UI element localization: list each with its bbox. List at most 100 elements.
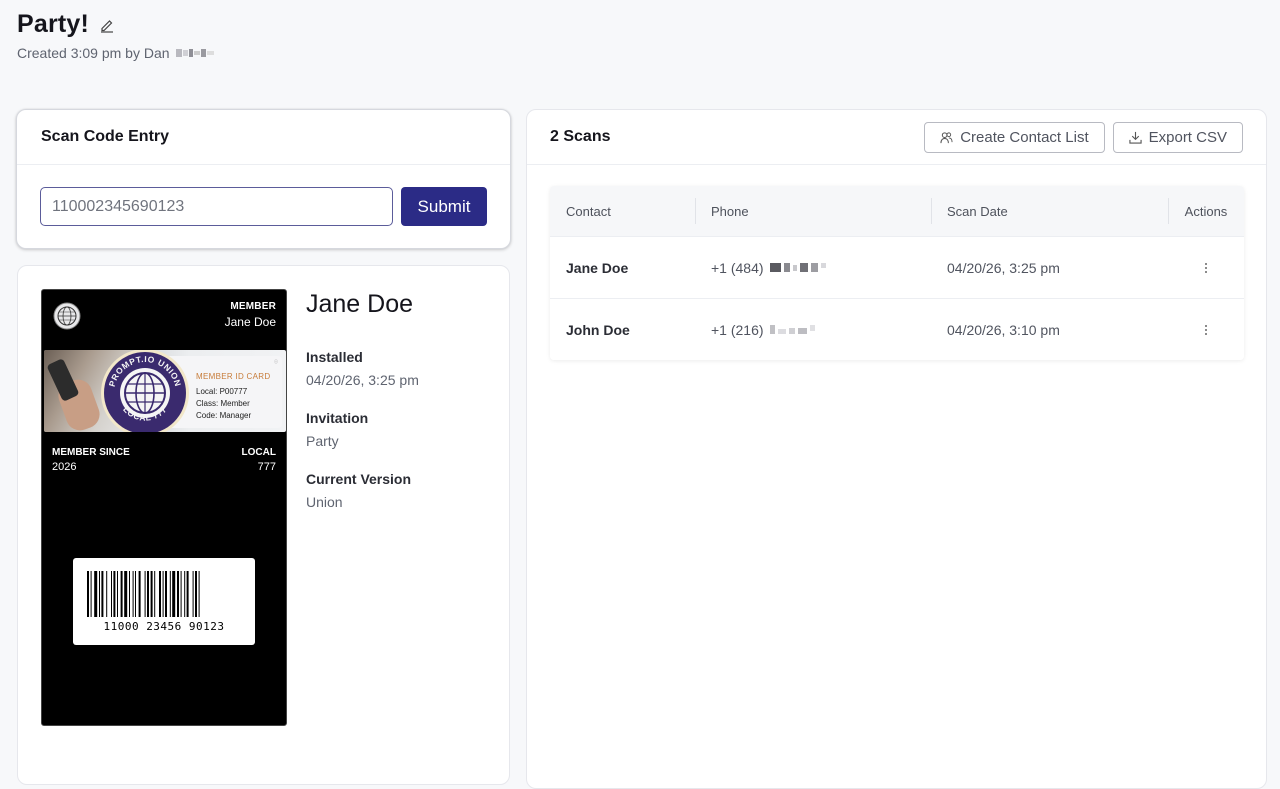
barcode-bar	[144, 571, 146, 617]
create-contact-list-button[interactable]: Create Contact List	[924, 121, 1105, 153]
pass-member-name: Jane Doe	[224, 315, 276, 329]
barcode-bar	[198, 571, 200, 617]
export-csv-button[interactable]: Export CSV	[1112, 121, 1243, 153]
member-since-field: MEMBER SINCE 2026	[52, 447, 130, 473]
scans-actions: Create Contact List Export CSV	[924, 121, 1243, 153]
scan-entry-title: Scan Code Entry	[17, 110, 510, 165]
redacted-phone	[769, 263, 826, 272]
barcode-bar	[124, 571, 128, 617]
table-row[interactable]: John Doe +1 (216) 04/20/26, 3:10 pm	[550, 298, 1244, 360]
barcode-number: 11000 23456 90123	[103, 620, 225, 633]
member-id-card-title: MEMBER ID CARD	[196, 372, 271, 381]
contact-cell: John Doe	[566, 321, 630, 338]
installed-label: Installed	[306, 349, 363, 365]
barcode-bar	[87, 571, 89, 617]
local-field: LOCAL 777	[242, 447, 276, 473]
barcode-bar	[101, 571, 104, 617]
export-csv-label: Export CSV	[1148, 128, 1227, 146]
column-header-actions: Actions	[1168, 186, 1244, 236]
page-title: Party!	[17, 10, 90, 38]
more-vertical-icon[interactable]	[1196, 320, 1216, 340]
member-since-value: 2026	[52, 461, 77, 473]
card-line-code: Code: Manager	[196, 411, 252, 420]
barcode-bar	[169, 571, 171, 617]
barcode-bar	[154, 571, 156, 617]
barcode-bar	[147, 571, 149, 617]
pass-member-label: MEMBER	[230, 301, 276, 312]
actions-cell	[1168, 237, 1244, 298]
scan-date-cell: 04/20/26, 3:10 pm	[947, 321, 1060, 338]
more-vertical-icon[interactable]	[1196, 258, 1216, 278]
barcode-bar	[117, 571, 118, 617]
submit-button[interactable]: Submit	[401, 187, 487, 226]
member-detail-card: MEMBER Jane Doe ⓘ MEMBER ID CARD Local: …	[17, 265, 510, 785]
barcode-bar	[94, 571, 98, 617]
scans-header: 2 Scans Create Contact List Export CSV	[527, 110, 1266, 165]
barcode: 11000 23456 90123	[73, 558, 255, 645]
local-label: LOCAL	[241, 447, 276, 458]
barcode-bar	[195, 571, 197, 617]
scan-date-cell: 04/20/26, 3:25 pm	[947, 259, 1060, 276]
barcode-bar	[172, 571, 176, 617]
pencil-icon[interactable]	[99, 17, 115, 33]
member-info: Jane Doe Installed 04/20/26, 3:25 pm Inv…	[306, 290, 419, 510]
create-contact-list-label: Create Contact List	[960, 128, 1089, 146]
pass-member-header: MEMBER Jane Doe	[225, 301, 276, 329]
contact-cell: Jane Doe	[566, 259, 629, 276]
barcode-bar	[106, 571, 108, 617]
phone-prefix: +1 (484)	[711, 259, 764, 276]
table-header: Contact Phone Scan Date Actions	[550, 186, 1244, 236]
barcode-bar	[192, 571, 194, 617]
barcode-bar	[111, 571, 112, 617]
current-version-value: Union	[306, 494, 343, 510]
download-icon	[1128, 131, 1142, 144]
current-version-label: Current Version	[306, 471, 412, 487]
pass-fields: MEMBER SINCE 2026 LOCAL 777	[52, 447, 276, 473]
member-since-label: MEMBER SINCE	[52, 447, 130, 458]
pass-strip-image: ⓘ MEMBER ID CARD Local: P00777 Class: Me…	[44, 350, 286, 432]
barcode-bar	[186, 571, 189, 617]
barcode-bar	[159, 571, 161, 617]
barcode-bar	[138, 571, 141, 617]
card-line-class: Class: Member	[196, 399, 250, 408]
created-info: Created 3:09 pm by Dan	[17, 45, 214, 61]
barcode-bar	[120, 571, 123, 617]
barcode-bar	[180, 571, 182, 617]
barcode-bar	[135, 571, 136, 617]
card-line-local: Local: P00777	[196, 387, 248, 396]
users-icon	[940, 131, 953, 143]
barcode-bar	[99, 571, 100, 617]
click-info-icon: ⓘ	[274, 359, 278, 364]
union-seal-logo: PROMPT.IO UNION LOCAL 777	[101, 350, 189, 432]
phone-cell: +1 (216)	[695, 299, 931, 360]
barcode-bars	[87, 571, 200, 617]
barcode-bar	[177, 571, 179, 617]
redacted-phone	[769, 325, 815, 334]
actions-cell	[1168, 299, 1244, 360]
barcode-bar	[113, 571, 116, 617]
column-header-contact[interactable]: Contact	[550, 186, 695, 236]
table-row[interactable]: Jane Doe +1 (484) 04/20/26, 3:25 pm	[550, 236, 1244, 298]
created-text: Created 3:09 pm by Dan	[17, 45, 170, 61]
invitation-value: Party	[306, 433, 339, 449]
barcode-bar	[184, 571, 186, 617]
redacted-name	[175, 49, 214, 57]
barcode-bar	[129, 571, 130, 617]
member-name: Jane Doe	[306, 290, 414, 318]
barcode-bar	[165, 571, 167, 617]
barcode-bar	[90, 571, 92, 617]
member-pass: MEMBER Jane Doe ⓘ MEMBER ID CARD Local: …	[41, 289, 287, 726]
local-value: 777	[257, 461, 276, 473]
scan-entry-form: Submit	[17, 165, 510, 226]
invitation-label: Invitation	[306, 410, 369, 426]
column-header-phone[interactable]: Phone	[695, 186, 931, 236]
globe-logo-icon	[53, 302, 81, 330]
scans-table: Contact Phone Scan Date Actions Jane Doe…	[550, 186, 1244, 360]
page-header: Party! Created 3:09 pm by Dan	[17, 10, 214, 61]
barcode-bar	[162, 571, 164, 617]
scan-code-input[interactable]	[40, 187, 393, 226]
phone-prefix: +1 (216)	[711, 321, 764, 338]
column-header-scan-date[interactable]: Scan Date	[931, 186, 1168, 236]
scans-panel: 2 Scans Create Contact List Export CSV C…	[526, 109, 1267, 789]
phone-cell: +1 (484)	[695, 237, 931, 298]
